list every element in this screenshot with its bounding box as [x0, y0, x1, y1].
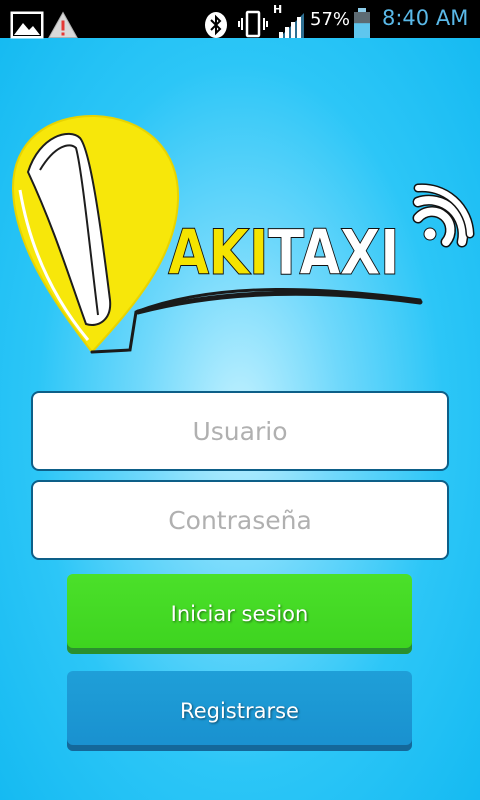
battery-icon — [354, 8, 370, 38]
akitaxi-logo: AKITAXI — [0, 110, 480, 370]
signal-icon — [279, 13, 304, 38]
bluetooth-icon — [205, 12, 227, 38]
logo-wordmark: AKITAXI — [168, 221, 401, 284]
logo-text-taxi: TAXI — [267, 216, 400, 289]
password-input[interactable] — [31, 480, 449, 560]
login-button[interactable]: Iniciar sesion — [67, 574, 412, 654]
username-input[interactable] — [31, 391, 449, 471]
status-bar: H 57% 8:40 AM — [0, 0, 480, 39]
gallery-icon — [10, 11, 44, 39]
wifi-icon — [412, 183, 475, 248]
clock: 8:40 AM — [382, 6, 469, 30]
vibrate-icon — [238, 10, 268, 38]
logo-text-aki: AKI — [168, 216, 270, 289]
battery-percent: 57% — [310, 9, 351, 30]
register-button[interactable]: Registrarse — [67, 671, 412, 751]
warning-icon — [48, 11, 78, 38]
